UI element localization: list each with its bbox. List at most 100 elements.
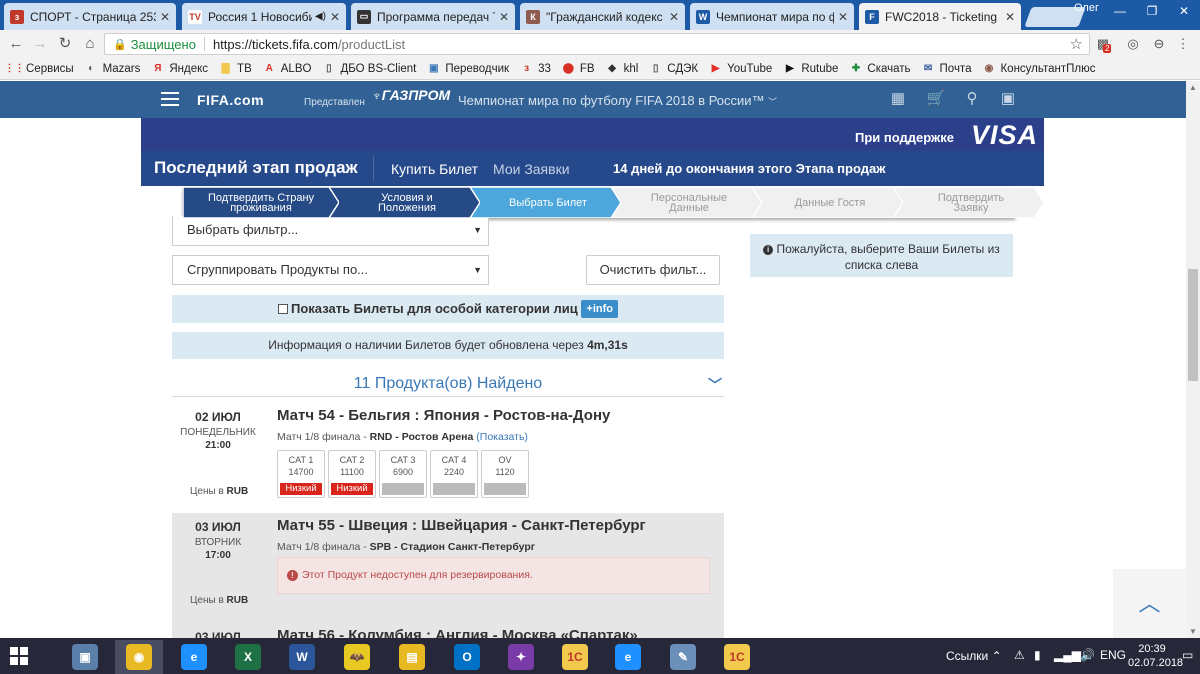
bookmark-item[interactable]: з 33 xyxy=(520,62,551,75)
availability-badge xyxy=(433,483,475,495)
close-window-icon[interactable]: ✕ xyxy=(1168,0,1200,22)
windows-start-icon[interactable] xyxy=(10,647,28,665)
scroll-down-icon[interactable]: ▼ xyxy=(1189,627,1197,636)
close-tab-icon[interactable]: ✕ xyxy=(838,10,848,24)
taskbar-app[interactable]: ✎ xyxy=(659,640,707,674)
back-icon[interactable]: ← xyxy=(6,34,26,54)
taskbar-app[interactable]: ✦ xyxy=(497,640,545,674)
scrollbar-thumb[interactable] xyxy=(1188,269,1198,381)
ticket-category[interactable]: CAT 1 14700 Низкий xyxy=(277,450,325,498)
notifications-icon[interactable]: ▭ xyxy=(1182,648,1193,662)
audio-playing-icon[interactable]: ◀) xyxy=(315,11,326,22)
browser-tab[interactable]: F FWC2018 - Ticketing ✕ xyxy=(859,3,1021,30)
bookmark-item[interactable]: ▇ ТВ xyxy=(219,62,252,75)
bookmark-item[interactable]: ▯ ДБО BS-Client xyxy=(322,62,416,75)
close-tab-icon[interactable]: ✕ xyxy=(669,10,679,24)
ticket-category[interactable]: CAT 4 2240 xyxy=(430,450,478,498)
my-orders-link[interactable]: Мои Заявки xyxy=(493,161,570,177)
bookmark-item[interactable]: ✉ Почта xyxy=(922,62,972,75)
browser-tab[interactable]: з СПОРТ - Страница 253 ✕ xyxy=(4,3,176,30)
chevron-down-icon[interactable]: ﹀ xyxy=(708,375,722,395)
special-category-label[interactable]: Показать Билеты для особой категории лиц xyxy=(291,301,578,316)
taskbar-app[interactable]: 1С xyxy=(713,640,761,674)
taskbar-app[interactable]: ▤ xyxy=(388,640,436,674)
bookmark-item[interactable]: ◉ КонсультантПлюс xyxy=(982,62,1096,75)
network-warning-icon[interactable]: ⚠ xyxy=(1014,648,1025,662)
taskbar-app[interactable]: 1С xyxy=(551,640,599,674)
account-icon[interactable]: ▣ xyxy=(998,90,1018,108)
bookmark-item[interactable]: ⋮⋮ Сервисы xyxy=(5,62,74,75)
bookmark-item[interactable]: ◐ Mazars xyxy=(85,62,140,75)
close-tab-icon[interactable]: ✕ xyxy=(1005,10,1015,24)
device-icon[interactable]: ▮ xyxy=(1034,648,1041,662)
browser-tab[interactable]: ▭ Программа передач ТВ ✕ xyxy=(351,3,515,30)
close-tab-icon[interactable]: ✕ xyxy=(160,10,170,24)
excel-icon: X xyxy=(235,644,261,670)
system-clock[interactable]: 20:39 02.07.2018 xyxy=(1128,642,1183,670)
bookmark-label: Почта xyxy=(939,62,972,75)
filter-select[interactable]: Выбрать фильтр... ▼ xyxy=(172,216,489,246)
site-33-icon: з xyxy=(524,63,530,74)
page-scrollbar[interactable]: ▲ ▼ xyxy=(1186,81,1200,638)
taskbar-app[interactable]: 🦇 xyxy=(333,640,381,674)
address-bar[interactable]: 🔒 Защищено https://tickets.fifa.com/prod… xyxy=(104,33,1090,55)
taskbar-app[interactable]: e xyxy=(170,640,218,674)
forward-icon[interactable]: → xyxy=(30,34,50,54)
bookmark-item[interactable]: ⬤ FB xyxy=(562,62,595,75)
browser-tab[interactable]: TV Россия 1 Новосибир ◀) ✕ xyxy=(182,3,346,30)
browser-tab[interactable]: W Чемпионат мира по фу ✕ xyxy=(690,3,854,30)
back-to-top-button[interactable]: ︿ xyxy=(1113,569,1186,638)
links-toolbar[interactable]: Ссылки ⌃ xyxy=(946,649,1002,663)
fifa-logo[interactable]: FIFA.com xyxy=(197,90,264,110)
scroll-up-icon[interactable]: ▲ xyxy=(1189,83,1197,92)
taskbar-app[interactable]: X xyxy=(224,640,272,674)
info-button[interactable]: +info xyxy=(581,300,618,318)
calendar-icon[interactable]: ▦ xyxy=(888,90,908,108)
ticket-category[interactable]: OV 1120 xyxy=(481,450,529,498)
cart-icon[interactable]: 🛒 xyxy=(926,90,946,108)
hamburger-menu-icon[interactable] xyxy=(161,92,179,106)
taskbar-app[interactable]: O xyxy=(443,640,491,674)
opera-turbo-icon[interactable]: ⊖ xyxy=(1150,35,1168,53)
buy-ticket-link[interactable]: Купить Билет xyxy=(391,161,478,177)
clear-filters-button[interactable]: Очистить фильт... xyxy=(586,255,720,285)
bookmark-item[interactable]: ▶ YouTube xyxy=(709,62,773,75)
menu-kebab-icon[interactable]: ⋮ xyxy=(1174,35,1192,53)
bookmark-item[interactable]: A ALBO xyxy=(263,62,312,75)
special-category-checkbox[interactable] xyxy=(278,304,289,314)
signal-icon[interactable]: ▂▄▆ xyxy=(1054,648,1081,662)
search-icon[interactable]: ⚲ xyxy=(962,90,982,108)
taskbar-app[interactable]: e xyxy=(604,640,652,674)
maximize-icon[interactable]: ❐ xyxy=(1136,0,1168,22)
bookmark-item[interactable]: ◆ khl xyxy=(606,62,638,75)
minimize-icon[interactable]: — xyxy=(1104,0,1136,22)
close-tab-icon[interactable]: ✕ xyxy=(330,10,340,24)
profile-name[interactable]: Олег xyxy=(1074,2,1099,14)
availability-badge xyxy=(382,483,424,495)
bookmark-item[interactable]: ▣ Переводчик xyxy=(427,62,509,75)
show-venue-link[interactable]: (Показать) xyxy=(476,431,528,443)
ticket-category[interactable]: CAT 2 11100 Низкий xyxy=(328,450,376,498)
taskbar-app[interactable]: ▣ xyxy=(61,640,109,674)
taskbar-app[interactable]: ◉ xyxy=(115,640,163,674)
product-card[interactable]: 02 ИЮЛ ПОНЕДЕЛЬНИК 21:00 Цены в RUB Матч… xyxy=(172,403,724,513)
volume-icon[interactable]: 🔊 xyxy=(1080,648,1095,662)
home-icon[interactable]: ⌂ xyxy=(80,34,100,54)
page-icon: ▯ xyxy=(653,63,659,74)
browser-tab[interactable]: К "Гражданский кодекс Р ✕ xyxy=(520,3,685,30)
bookmark-item[interactable]: ▶ Rutube xyxy=(783,62,838,75)
bookmark-star-icon[interactable]: ☆ xyxy=(1070,35,1083,53)
bookmark-item[interactable]: ▯ СДЭК xyxy=(649,62,698,75)
language-indicator[interactable]: ENG xyxy=(1100,648,1126,662)
group-by-select[interactable]: Сгруппировать Продукты по... ▼ xyxy=(172,255,489,285)
match-title[interactable]: Матч 54 - Бельгия : Япония - Ростов-на-Д… xyxy=(277,407,610,424)
bookmark-item[interactable]: Я Яндекс xyxy=(151,62,208,75)
ticket-category[interactable]: CAT 3 6900 xyxy=(379,450,427,498)
bookmark-item[interactable]: ✚ Скачать xyxy=(849,62,911,75)
taskbar-app[interactable]: W xyxy=(278,640,326,674)
tournament-dropdown[interactable]: Чемпионат мира по футболу FIFA 2018 в Ро… xyxy=(458,93,777,108)
extension-icon[interactable]: ▩2 xyxy=(1094,35,1112,53)
reload-icon[interactable]: ↻ xyxy=(55,34,75,54)
close-tab-icon[interactable]: ✕ xyxy=(499,10,509,24)
adblock-icon[interactable]: ◎ xyxy=(1124,35,1142,53)
